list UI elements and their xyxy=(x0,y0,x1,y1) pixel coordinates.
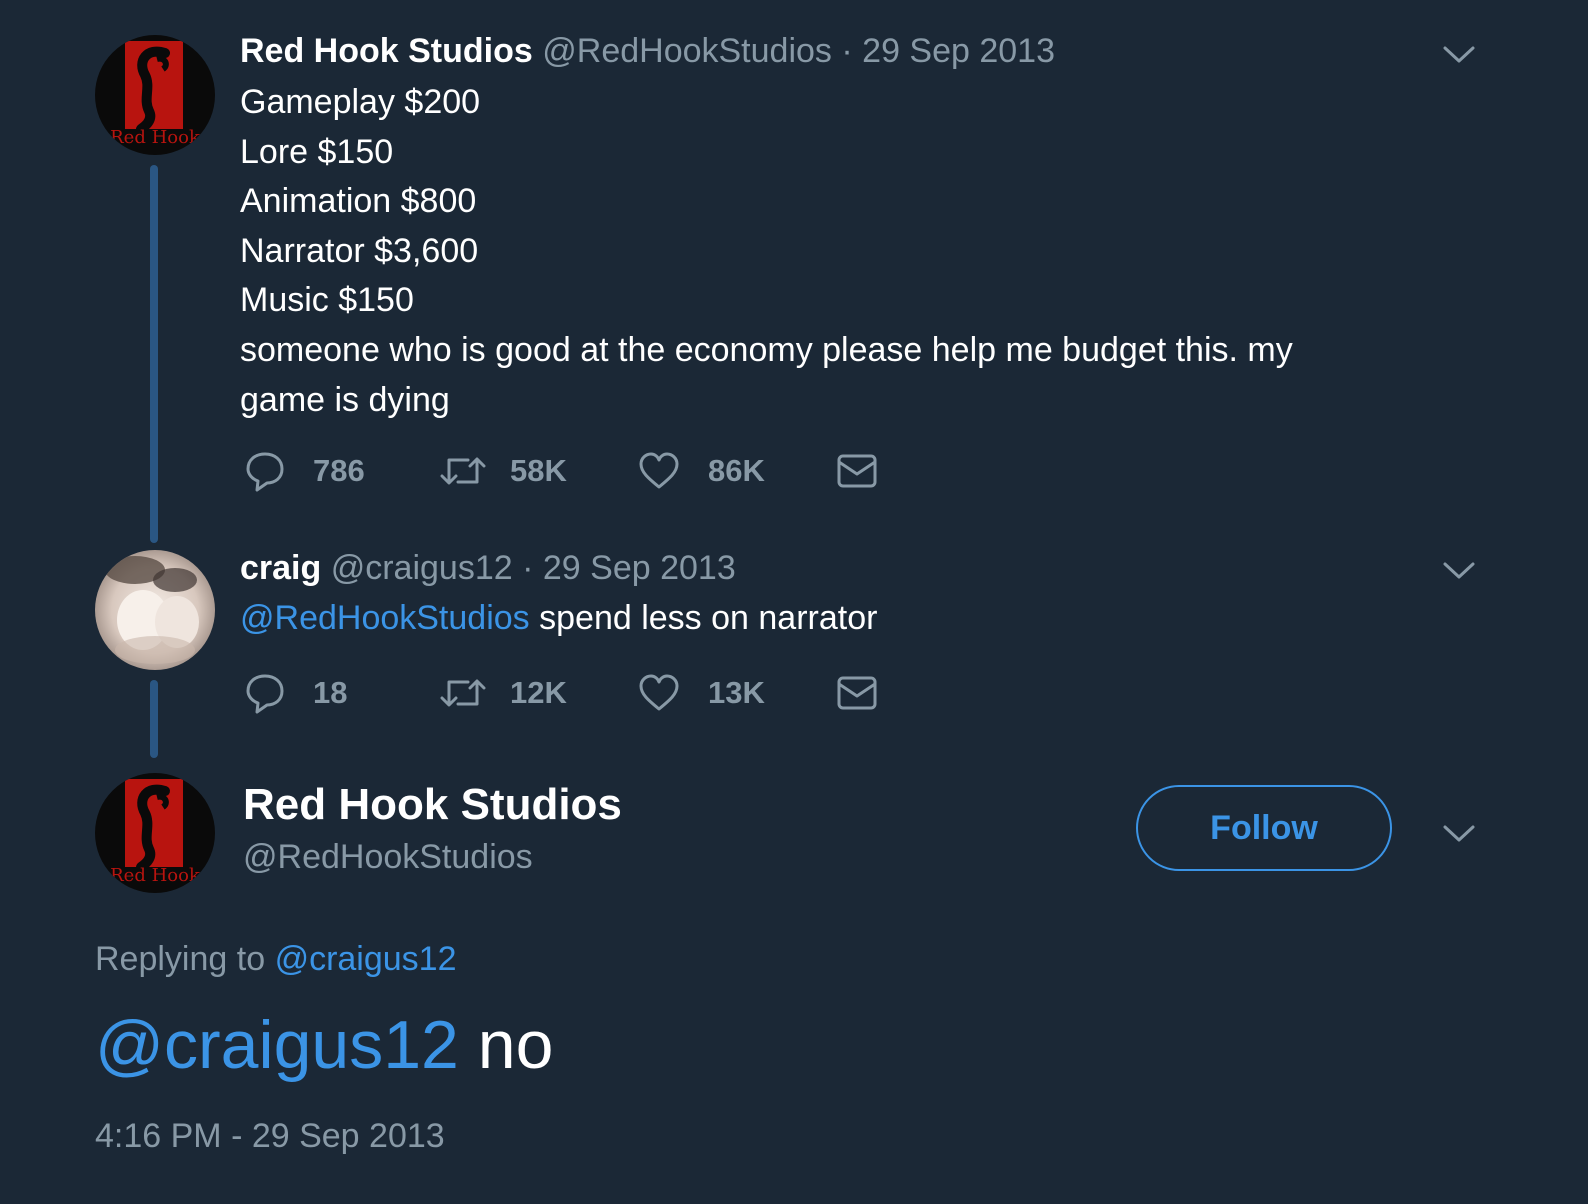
retweet-count: 58K xyxy=(510,453,567,488)
retweet-count: 12K xyxy=(510,675,567,710)
red-hook-avatar[interactable]: Red Hook xyxy=(95,35,215,155)
heart-icon xyxy=(639,674,679,711)
retweet-button[interactable]: 12K xyxy=(440,672,567,714)
tweet-date[interactable]: 29 Sep 2013 xyxy=(543,549,736,587)
separator: · xyxy=(522,549,534,587)
author-name[interactable]: Red Hook Studios xyxy=(243,780,622,830)
tweet-text-content: no xyxy=(477,1007,554,1083)
tweet-line: Lore $150 xyxy=(240,132,394,171)
focus-tweet-text: @craigus12 no xyxy=(95,1006,553,1084)
craig-avatar[interactable] xyxy=(95,550,215,670)
tweet-line: Narrator $3,600 xyxy=(240,231,479,270)
tweet-line: someone who is good at the economy pleas… xyxy=(240,330,1293,369)
author-name[interactable]: craig xyxy=(240,549,321,587)
thread-line xyxy=(150,680,158,758)
separator: · xyxy=(841,32,853,70)
tweet-header: Red Hook Studios @RedHookStudios · 29 Se… xyxy=(240,32,1055,71)
reply-button[interactable]: 18 xyxy=(245,672,347,714)
envelope-icon xyxy=(837,676,877,710)
avatar-logo-text: Red Hook xyxy=(110,865,201,886)
reply-button[interactable]: 786 xyxy=(245,450,365,492)
chevron-down-icon[interactable] xyxy=(1441,558,1477,582)
like-button[interactable]: 86K xyxy=(638,450,765,492)
tweet-line: game is dying xyxy=(240,380,450,419)
author-handle[interactable]: @RedHookStudios xyxy=(542,32,832,70)
mention-link[interactable]: @craigus12 xyxy=(95,1007,459,1083)
tweet-line: Gameplay $200 xyxy=(240,83,481,121)
tweet-timestamp[interactable]: 4:16 PM - 29 Sep 2013 xyxy=(95,1117,445,1156)
tweet-line: Animation $800 xyxy=(240,182,477,221)
replying-prefix: Replying to xyxy=(95,940,266,978)
like-count: 13K xyxy=(708,675,765,710)
reply-count: 786 xyxy=(313,453,365,488)
tweet-thread-page: Red Hook Red Hook Studios @RedHookStudio… xyxy=(0,0,1588,1204)
tweet-date[interactable]: 29 Sep 2013 xyxy=(862,32,1055,70)
tweet-text: @RedHookStudios spend less on narrator xyxy=(240,594,1380,644)
retweet-icon xyxy=(440,679,486,707)
tweet-text-content: spend less on narrator xyxy=(539,599,878,637)
heart-icon xyxy=(639,452,679,489)
retweet-icon xyxy=(440,457,486,485)
follow-button[interactable]: Follow xyxy=(1136,785,1392,871)
avatar-logo-text: Red Hook xyxy=(110,127,201,148)
mention-link[interactable]: @RedHookStudios xyxy=(240,599,530,637)
direct-message-button[interactable] xyxy=(836,452,878,490)
author-handle[interactable]: @RedHookStudios xyxy=(243,838,533,877)
reply-count: 18 xyxy=(313,675,348,710)
replying-to: Replying to @craigus12 xyxy=(95,940,457,979)
author-name[interactable]: Red Hook Studios xyxy=(240,32,533,70)
replying-handle-link[interactable]: @craigus12 xyxy=(275,940,457,978)
chevron-down-icon[interactable] xyxy=(1441,821,1477,845)
author-handle[interactable]: @craigus12 xyxy=(331,549,513,587)
speech-bubble-icon xyxy=(246,452,284,492)
tweet-line: Music $150 xyxy=(240,281,414,320)
envelope-icon xyxy=(837,454,877,488)
like-button[interactable]: 13K xyxy=(638,672,765,714)
retweet-button[interactable]: 58K xyxy=(440,450,567,492)
tweet-text: Gameplay $200 Lore $150 Animation $800 N… xyxy=(240,78,1380,425)
speech-bubble-icon xyxy=(246,674,284,714)
chevron-down-icon[interactable] xyxy=(1441,42,1477,66)
direct-message-button[interactable] xyxy=(836,674,878,712)
like-count: 86K xyxy=(708,453,765,488)
thread-line xyxy=(150,165,158,543)
tweet-header: craig @craigus12 · 29 Sep 2013 xyxy=(240,549,736,588)
red-hook-avatar[interactable]: Red Hook xyxy=(95,773,215,893)
